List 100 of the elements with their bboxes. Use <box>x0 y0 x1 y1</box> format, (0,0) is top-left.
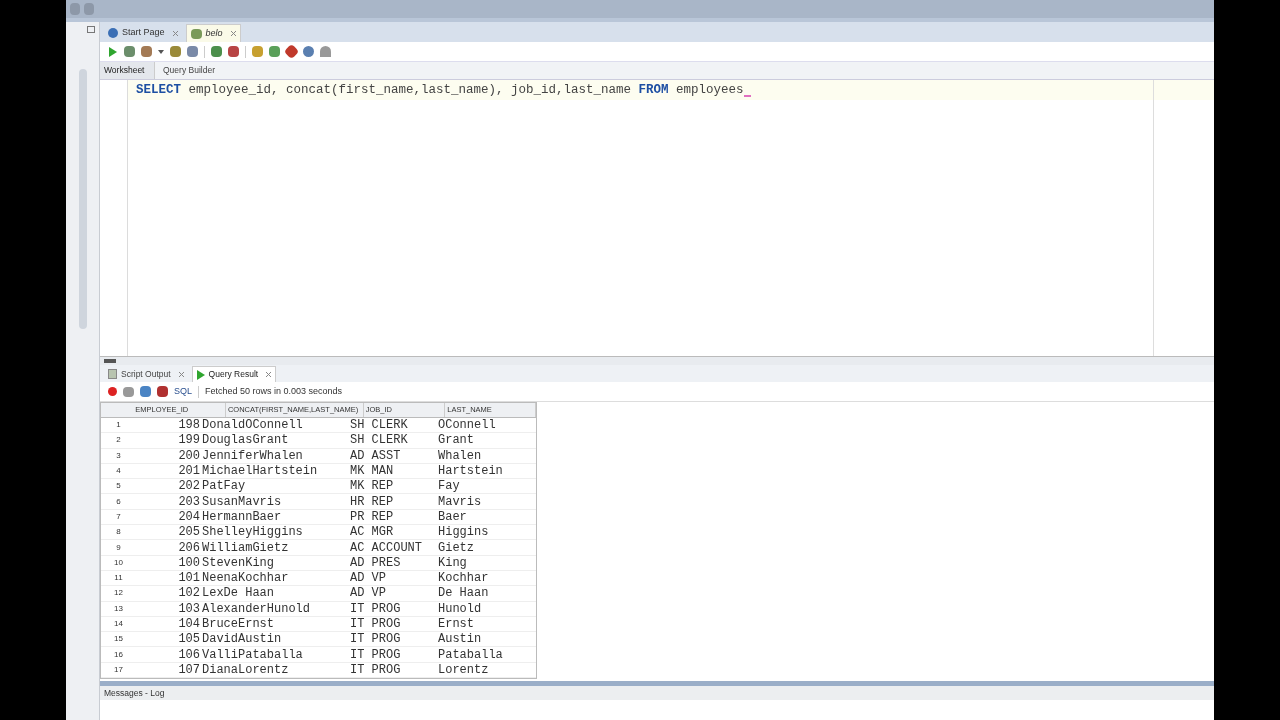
table-cell-text: Lorentz <box>438 661 490 679</box>
table-cell-text: Kochhar <box>438 570 490 587</box>
table-cell-text: 206 <box>177 539 200 557</box>
splitter-handle[interactable] <box>104 359 116 363</box>
table-cell-text: AD PRES <box>350 554 402 572</box>
close-icon[interactable] <box>172 30 178 36</box>
table-cell-text: 200 <box>177 447 200 465</box>
table-cell-text: OConnell <box>438 417 497 434</box>
table-cell-text: AD VP <box>350 570 387 587</box>
row-number: 12 <box>113 587 124 600</box>
table-cell-text: 106 <box>177 646 200 664</box>
row-number: 8 <box>115 526 122 539</box>
table-cell-text: HermannBaer <box>201 508 283 526</box>
sql-button[interactable]: SQL <box>174 384 192 399</box>
row-number: 14 <box>113 618 124 630</box>
table-cell-text: AlexanderHunold <box>201 600 312 618</box>
row-number: 16 <box>113 648 124 661</box>
table-cell-text: IT PROG <box>350 600 402 618</box>
table-cell-text: DianaLorentz <box>201 661 290 679</box>
worksheet-tab[interactable]: Query Builder <box>155 62 223 79</box>
row-number: 6 <box>115 495 122 508</box>
row-number: 17 <box>113 663 124 676</box>
table-cell-text: DouglasGrant <box>201 432 290 450</box>
table-cell-text: 201 <box>177 463 200 480</box>
result-tab[interactable]: Script Output <box>104 366 188 382</box>
table-cell-text: MK MAN <box>350 463 395 480</box>
table-cell-text: Grant <box>438 432 475 450</box>
row-number: 4 <box>115 465 122 478</box>
fetch-status: Fetched 50 rows in 0.003 seconds <box>205 384 343 398</box>
table-cell-text: MichaelHartstein <box>201 463 319 480</box>
table-cell-text: NeenaKochhar <box>201 570 290 587</box>
table-cell-text: 202 <box>177 478 200 496</box>
close-icon[interactable] <box>178 371 184 377</box>
document-icon <box>108 369 117 379</box>
minimize-icon[interactable] <box>87 26 95 33</box>
row-number: 11 <box>113 572 124 585</box>
table-cell-text: Ernst <box>438 616 475 633</box>
table-cell-text: 100 <box>177 554 200 572</box>
table-cell-text: WilliamGietz <box>201 539 290 557</box>
table-cell-text: 205 <box>177 524 200 542</box>
table-cell-text: Gietz <box>438 539 475 557</box>
worksheet-tab[interactable]: Worksheet <box>100 62 155 79</box>
table-cell-text: Mavris <box>438 493 483 511</box>
table-cell-text: AC MGR <box>350 524 395 542</box>
table-cell-text: Fay <box>438 478 461 496</box>
editor-tab[interactable]: Start Page <box>104 24 182 42</box>
table-cell-text: Hunold <box>438 600 483 618</box>
close-icon[interactable] <box>266 372 272 377</box>
table-cell-text: 107 <box>177 661 200 679</box>
table-cell-text: StevenKing <box>201 554 275 572</box>
table-cell-text: PR REP <box>350 508 395 526</box>
row-number: 7 <box>115 510 122 523</box>
table-cell-text: ValliPataballa <box>201 646 304 664</box>
text-cursor <box>743 95 751 97</box>
table-cell-text: 102 <box>177 585 200 603</box>
table-cell-text: Baer <box>438 508 468 526</box>
table-cell-text: King <box>438 554 468 572</box>
table-cell-text: IT PROG <box>350 616 402 633</box>
table-cell-text: MK REP <box>350 478 395 496</box>
result-tab[interactable]: Query Result <box>191 366 277 382</box>
table-cell-text: 103 <box>177 600 200 618</box>
table-cell-text: AC ACCOUNT <box>350 539 423 557</box>
row-number: 3 <box>115 449 122 462</box>
table-cell-text: SH CLERK <box>350 417 409 434</box>
editor-tab[interactable]: belo <box>185 24 241 42</box>
row-number: 5 <box>115 480 122 493</box>
table-cell-text: Whalen <box>438 447 483 465</box>
table-cell-text: 198 <box>177 417 200 434</box>
table-cell-text: SH CLERK <box>350 432 409 450</box>
table-cell-text: ShelleyHiggins <box>201 524 304 542</box>
table-cell-text: 105 <box>177 631 200 649</box>
table-cell-text: HR REP <box>350 493 395 511</box>
row-number: 9 <box>115 541 122 554</box>
dropdown-icon[interactable] <box>158 49 164 54</box>
close-icon[interactable] <box>230 31 236 36</box>
table-cell-text: LexDe Haan <box>201 585 275 603</box>
table-cell-text: IT PROG <box>350 646 402 664</box>
table-cell-text: Pataballa <box>438 646 504 664</box>
table-cell-text: IT PROG <box>350 661 402 679</box>
table-cell-text: 203 <box>177 493 200 511</box>
scrollbar[interactable] <box>78 69 87 329</box>
row-number: 10 <box>113 556 124 569</box>
row-number: 1 <box>115 419 122 432</box>
table-cell-text: 199 <box>177 432 200 450</box>
table-cell-text: JenniferWhalen <box>201 447 304 465</box>
table-cell-text: 101 <box>177 570 200 587</box>
table-cell-text: 104 <box>177 616 200 633</box>
row-number: 15 <box>113 633 124 646</box>
table-cell-text: Hartstein <box>438 463 504 480</box>
row-number: 2 <box>115 434 122 447</box>
messages-panel-title[interactable]: Messages - Log <box>104 686 165 700</box>
run-icon[interactable] <box>108 45 118 58</box>
table-cell-text: DavidAustin <box>201 631 283 649</box>
table-cell-text: DonaldOConnell <box>201 417 304 434</box>
table-cell-text: De Haan <box>438 585 490 603</box>
table-cell-text: Austin <box>438 631 483 649</box>
table-cell-text: PatFay <box>201 478 247 496</box>
table-cell-text: Higgins <box>438 524 490 542</box>
table-cell-text: 204 <box>177 508 200 526</box>
table-cell-text: SusanMavris <box>201 493 283 511</box>
